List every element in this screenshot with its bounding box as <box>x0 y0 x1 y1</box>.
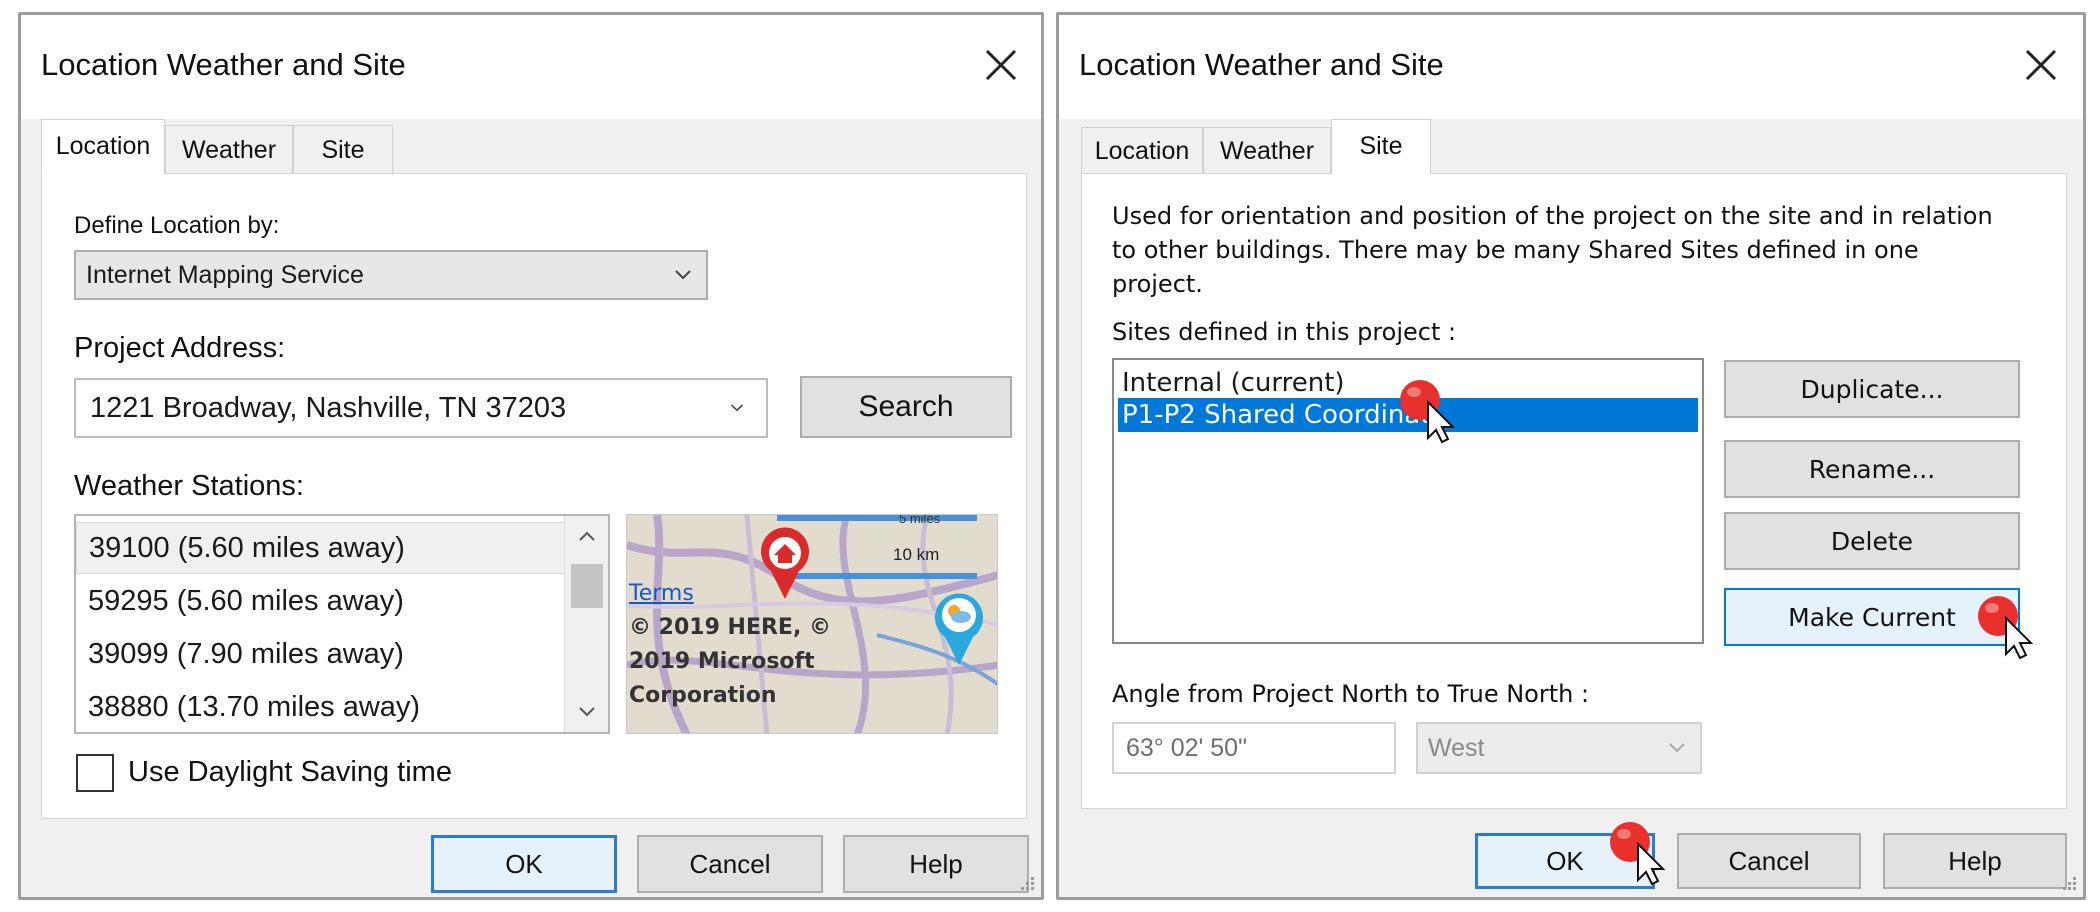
direction-dropdown[interactable]: West <box>1416 722 1702 774</box>
tab-weather-label: Weather <box>181 136 277 164</box>
right-dialog: Location Weather and Site Location Weath… <box>1056 12 2086 900</box>
scroll-up-arrow-icon[interactable] <box>565 516 609 556</box>
left-titlebar: Location Weather and Site <box>21 15 1041 119</box>
left-dialog-title: Location Weather and Site <box>41 47 406 82</box>
map-scale-miles: 5 miles <box>899 514 941 526</box>
resize-grip-icon[interactable] <box>1017 873 1037 893</box>
map-copyright-line3: Corporation <box>629 683 777 708</box>
tab-location[interactable]: Location <box>1081 127 1203 175</box>
site-description-line1: Used for orientation and position of the… <box>1112 202 1993 230</box>
cancel-button-label: Cancel <box>689 848 771 879</box>
right-close-icon[interactable] <box>2021 45 2061 85</box>
angle-label: Angle from Project North to True North : <box>1112 680 1590 708</box>
tab-site[interactable]: Site <box>1331 119 1431 175</box>
weather-map[interactable]: 5 miles 10 km Terms © 2019 HERE, © 2019 … <box>626 514 998 734</box>
project-address-value: 1221 Broadway, Nashville, TN 37203 <box>90 391 567 424</box>
tab-location-label: Location <box>55 132 151 160</box>
rename-button-label: Rename... <box>1808 454 1936 484</box>
scroll-down-arrow-icon[interactable] <box>565 692 609 732</box>
screenshot-canvas: Location Weather and Site Location Weath… <box>0 0 2100 912</box>
tab-location-label: Location <box>1094 137 1190 165</box>
tab-weather-label: Weather <box>1219 137 1315 165</box>
click-marker-icon <box>1400 380 1456 444</box>
resize-grip-icon[interactable] <box>2059 873 2079 893</box>
tab-site-label: Site <box>321 136 365 164</box>
list-item[interactable]: 39099 (7.90 miles away) <box>76 628 568 680</box>
project-address-input[interactable]: 1221 Broadway, Nashville, TN 37203 <box>74 378 768 438</box>
sites-list-label: Sites defined in this project : <box>1112 318 1457 346</box>
duplicate-button[interactable]: Duplicate... <box>1724 360 2020 418</box>
delete-button[interactable]: Delete <box>1724 512 2020 570</box>
define-location-dropdown[interactable]: Internet Mapping Service <box>74 250 708 300</box>
tab-site[interactable]: Site <box>293 125 393 175</box>
chevron-down-icon <box>1669 743 1685 753</box>
angle-input[interactable]: 63° 02' 50" <box>1112 722 1396 774</box>
scrollbar-thumb[interactable] <box>571 564 603 608</box>
help-button[interactable]: Help <box>1883 833 2067 889</box>
click-marker-icon <box>1610 822 1666 886</box>
tab-location[interactable]: Location <box>41 119 165 175</box>
tab-weather[interactable]: Weather <box>1203 127 1331 175</box>
weather-stations-label: Weather Stations: <box>74 470 304 502</box>
chevron-down-icon <box>675 270 691 280</box>
right-dialog-title: Location Weather and Site <box>1079 47 1444 82</box>
define-location-value: Internet Mapping Service <box>86 260 364 289</box>
duplicate-button-label: Duplicate... <box>1800 374 1944 404</box>
ok-button[interactable]: OK <box>431 835 617 893</box>
site-description-line3: project. <box>1112 270 1203 298</box>
map-terms-link[interactable]: Terms <box>629 581 694 606</box>
search-button-label: Search <box>858 390 954 423</box>
help-button-label: Help <box>1948 845 2002 876</box>
daylight-saving-checkbox[interactable] <box>76 754 114 792</box>
left-dialog: Location Weather and Site Location Weath… <box>18 12 1044 900</box>
rename-button[interactable]: Rename... <box>1724 440 2020 498</box>
right-tab-panel: Used for orientation and position of the… <box>1081 173 2067 809</box>
direction-value: West <box>1428 733 1485 762</box>
angle-value: 63° 02' 50" <box>1126 733 1247 762</box>
cancel-button[interactable]: Cancel <box>637 835 823 893</box>
left-client-area: Location Weather Site Define Location by… <box>21 119 1041 897</box>
weather-station-pin-icon <box>935 593 983 665</box>
daylight-saving-label: Use Daylight Saving time <box>128 756 452 788</box>
ok-button-label: OK <box>505 848 543 879</box>
click-marker-icon <box>1978 596 2034 660</box>
stations-scrollbar[interactable] <box>564 516 608 732</box>
left-close-icon[interactable] <box>981 45 1021 85</box>
right-titlebar: Location Weather and Site <box>1059 15 2083 119</box>
map-scale-km: 10 km <box>893 545 940 564</box>
project-address-label: Project Address: <box>74 332 286 364</box>
define-location-label: Define Location by: <box>74 212 280 239</box>
list-item[interactable]: 39100 (5.60 miles away) <box>76 522 568 574</box>
right-client-area: Location Weather Site Used for orientati… <box>1059 119 2083 897</box>
list-item[interactable]: 38880 (13.70 miles away) <box>76 681 568 732</box>
cancel-button[interactable]: Cancel <box>1677 833 1861 889</box>
tab-site-label: Site <box>1359 132 1403 160</box>
search-button[interactable]: Search <box>800 376 1012 438</box>
home-pin-icon <box>761 527 809 599</box>
ok-button-label: OK <box>1546 845 1584 876</box>
weather-stations-list[interactable]: 39100 (5.60 miles away) 59295 (5.60 mile… <box>74 514 610 734</box>
tab-weather[interactable]: Weather <box>165 125 293 175</box>
list-item[interactable]: 59295 (5.60 miles away) <box>76 575 568 627</box>
map-copyright-line2: 2019 Microsoft <box>629 649 815 674</box>
cancel-button-label: Cancel <box>1728 845 1810 876</box>
make-current-button-label: Make Current <box>1788 602 1956 632</box>
site-description-line2: to other buildings. There may be many Sh… <box>1112 236 1919 264</box>
help-button-label: Help <box>909 848 963 879</box>
delete-button-label: Delete <box>1830 526 1914 556</box>
help-button[interactable]: Help <box>843 835 1029 893</box>
left-tab-panel: Define Location by: Internet Mapping Ser… <box>41 173 1027 819</box>
map-copyright-line1: © 2019 HERE, © <box>629 615 831 640</box>
chevron-down-icon <box>731 404 743 412</box>
